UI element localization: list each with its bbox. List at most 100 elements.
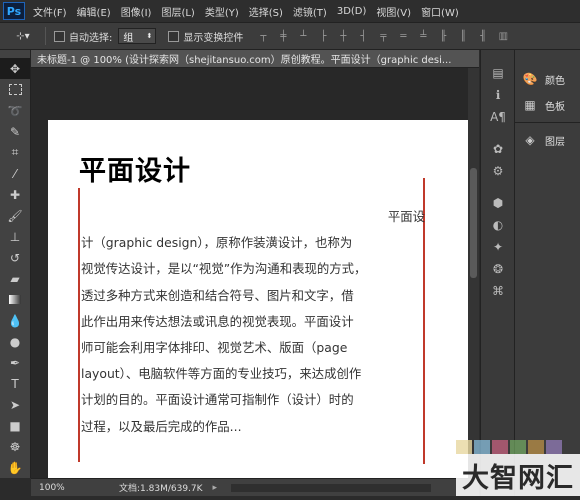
swatches-grid-icon: ▦ [524,98,536,112]
layers-panel-tab[interactable]: ◈ 图层 [515,127,580,153]
swatches-panel-label: 色板 [545,101,565,113]
horizontal-scrollbar[interactable] [231,484,431,492]
menu-filter[interactable]: 滤镜(T) [293,4,327,19]
menu-window[interactable]: 窗口(W) [421,4,459,19]
show-transform-label: 显示变换控件 [183,32,244,44]
align-right-icon[interactable]: ┤ [356,29,370,43]
doc-size-info[interactable]: 文档:1.83M/639.7K [119,481,203,494]
menu-3d[interactable]: 3D(D) [337,6,367,17]
path-selection-tool-icon[interactable]: ➤ [0,394,30,415]
color-panel-tab[interactable]: 🎨 颜色 [515,66,580,92]
quick-selection-tool-icon[interactable]: ✎ [0,121,30,142]
text-line: 计划的目的。平面设计通常可指制作（设计）时的 [81,392,354,408]
menu-bar: Ps 文件(F) 编辑(E) 图像(I) 图层(L) 类型(Y) 选择(S) 滤… [0,0,580,22]
text-line: 过程，以及最后完成的作品... [81,418,242,434]
crop-tool-icon[interactable]: ⌗ [0,142,30,163]
zoom-level[interactable]: 100% [39,483,79,493]
3d-panel-icon[interactable]: ⬢ [481,192,515,214]
menu-edit[interactable]: 编辑(E) [77,4,111,19]
status-bar: 100% 文档:1.83M/639.7K ▸ ◂ [31,478,479,496]
align-left-icon[interactable]: ├ [316,29,330,43]
distribute-left-icon[interactable]: ╟ [436,29,450,43]
distribute-hcenter-icon[interactable]: ║ [456,29,470,43]
gradient-tool-icon[interactable] [0,289,30,310]
eraser-tool-icon[interactable]: ▰ [0,268,30,289]
align-bottom-icon[interactable]: ┴ [296,29,310,43]
document-canvas[interactable]: 平面设计 平面设 计（graphic design），原称作装潢设计，也称为 视… [48,120,468,478]
history-panel-icon[interactable]: ▤ [481,62,515,84]
site-watermark: 大智网汇 [456,438,580,496]
align-vcenter-icon[interactable]: ╪ [276,29,290,43]
menu-image[interactable]: 图像(I) [121,4,152,19]
text-line: 视觉传达设计，是以“视觉”作为沟通和表现的方式， [81,261,367,277]
menu-layer[interactable]: 图层(L) [161,4,194,19]
info-panel-icon[interactable]: ℹ [481,84,515,106]
distribute-right-icon[interactable]: ╢ [476,29,490,43]
character-panel-icon[interactable]: A¶ [481,106,515,128]
canvas-heading: 平面设计 [79,156,191,187]
blur-tool-icon[interactable]: 💧 [0,310,30,331]
adjustments-panel-icon[interactable]: ◐ [481,214,515,236]
auto-select-dropdown[interactable]: 组 ⬍ [118,28,157,44]
divider [45,27,46,45]
marquee-tool-icon[interactable] [0,79,30,100]
swatches-panel-tab[interactable]: ▦ 色板 [515,92,580,118]
color-panel-label: 颜色 [545,75,565,87]
document-tab-title: 未标题-1 @ 100% (设计探索网（shejitansuo.com）原创教程… [37,55,452,66]
text-line: 计（graphic design），原称作装潢设计，也称为 [81,235,353,251]
clone-stamp-tool-icon[interactable]: ⊥ [0,226,30,247]
document-tab[interactable]: 未标题-1 @ 100% (设计探索网（shejitansuo.com）原创教程… [31,50,479,68]
rectangle-tool-icon[interactable]: ■ [0,415,30,436]
menu-type[interactable]: 类型(Y) [205,4,239,19]
options-bar: ⊹▾ 自动选择: 组 ⬍ 显示变换控件 ┬ ╪ ┴ ├ ┼ ┤ ╤ ═ ╧ ╟ … [0,22,580,50]
menu-view[interactable]: 视图(V) [376,4,411,19]
status-arrow-icon[interactable]: ▸ [213,483,218,493]
align-hcenter-icon[interactable]: ┼ [336,29,350,43]
guide-line-left [78,188,80,462]
paths-panel-icon[interactable]: ⌘ [481,280,515,302]
styles-panel-icon[interactable]: ✦ [481,236,515,258]
text-line: 师可能会利用字体排印、视觉艺术、版面（page [81,340,348,356]
healing-brush-tool-icon[interactable]: ✚ [0,184,30,205]
auto-select-checkbox[interactable] [54,30,65,42]
distribute-bottom-icon[interactable]: ╧ [416,29,430,43]
photoshop-logo: Ps [3,2,25,20]
eyedropper-tool-icon[interactable]: ⁄ [0,163,30,184]
canvas-body-text: 平面设 计（graphic design），原称作装潢设计，也称为 视觉传达设计… [81,204,425,440]
layers-icon: ◈ [525,133,535,147]
document-workarea[interactable]: 平面设计 平面设 计（graphic design），原称作装潢设计，也称为 视… [31,68,468,478]
text-line: 透过多种方式来创造和结合符号、图片和文字，借 [81,287,354,303]
menu-file[interactable]: 文件(F) [33,4,67,19]
watermark-text: 大智网汇 [462,463,574,494]
scrollbar-thumb[interactable] [470,168,477,278]
text-line: 此作出用来传达想法或讯息的视觉表现。平面设计 [81,313,354,329]
tool-presets-icon[interactable]: ⚙ [481,160,515,182]
layers-panel-label: 图层 [545,136,565,148]
channels-panel-icon[interactable]: ❂ [481,258,515,280]
align-top-icon[interactable]: ┬ [256,29,270,43]
type-tool-icon[interactable]: T [0,373,30,394]
auto-align-icon[interactable]: ▥ [496,29,510,43]
show-transform-checkbox[interactable] [168,30,180,42]
chevron-down-icon: ⬍ [146,32,153,40]
palette-icon: 🎨 [522,72,538,86]
tools-panel: ✥ ➰ ✎ ⌗ ⁄ ✚ 🖌 ⊥ ↺ ▰ 💧 ● ✒ T ➤ ■ ☸ ✋ [0,50,31,478]
vertical-scrollbar[interactable] [468,68,479,478]
3d-rotate-tool-icon[interactable]: ☸ [0,436,30,457]
auto-select-label: 自动选择: [69,32,113,44]
history-brush-tool-icon[interactable]: ↺ [0,247,30,268]
distribute-vcenter-icon[interactable]: ═ [396,29,410,43]
brush-panel-icon[interactable]: ✿ [481,138,515,160]
hand-tool-icon[interactable]: ✋ [0,457,30,478]
menu-select[interactable]: 选择(S) [249,4,283,19]
move-tool-icon[interactable]: ✥ [0,58,30,79]
distribute-top-icon[interactable]: ╤ [376,29,390,43]
brush-tool-icon[interactable]: 🖌 [0,205,30,226]
move-tool-preset-icon[interactable]: ⊹▾ [12,29,34,43]
auto-select-value: 组 [123,32,134,44]
right-panel: 🎨 颜色 ▦ 色板 ◈ 图层 [514,50,580,496]
pen-tool-icon[interactable]: ✒ [0,352,30,373]
panel-icon-strip: ▤ ℹ A¶ ✿ ⚙ ⬢ ◐ ✦ ❂ ⌘ [480,50,515,496]
lasso-tool-icon[interactable]: ➰ [0,100,30,121]
dodge-tool-icon[interactable]: ● [0,331,30,352]
